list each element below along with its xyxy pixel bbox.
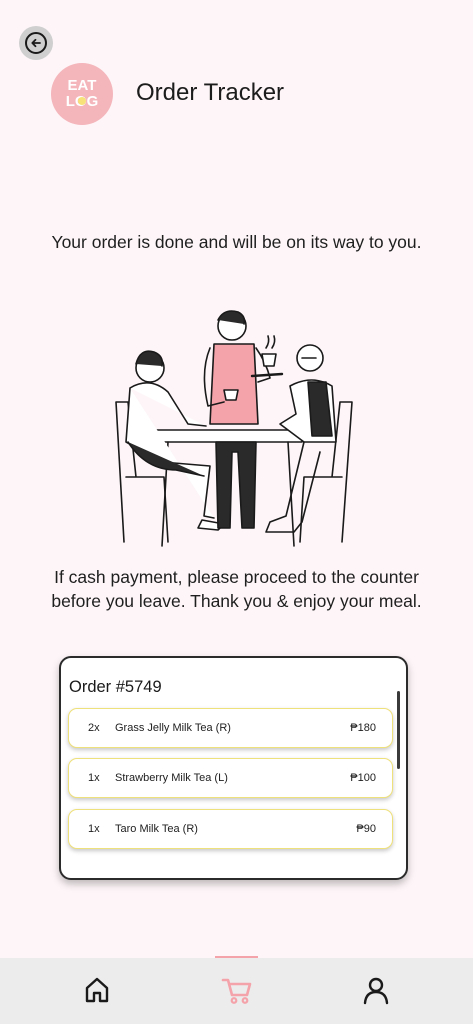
logo-text-top: EAT <box>68 77 97 94</box>
order-item[interactable]: 1x Taro Milk Tea (R) ₱90 <box>68 809 393 849</box>
nav-profile-button[interactable] <box>361 975 391 1005</box>
page-title: Order Tracker <box>136 79 285 106</box>
item-price: ₱100 <box>350 772 376 784</box>
payment-message: If cash payment, please proceed to the c… <box>51 567 422 611</box>
item-quantity: 2x <box>88 722 100 734</box>
item-price: ₱90 <box>356 823 376 835</box>
home-icon <box>85 977 109 1003</box>
order-number: Order #5749 <box>69 678 162 696</box>
nav-home-button[interactable] <box>82 975 112 1005</box>
status-message: Your order is done and will be on its wa… <box>51 232 422 252</box>
profile-icon <box>363 977 389 1005</box>
active-tab-indicator <box>215 956 258 958</box>
item-name: Taro Milk Tea (R) <box>115 823 198 835</box>
order-card: Order #5749 2x Grass Jelly Milk Tea (R) … <box>59 656 408 880</box>
order-item[interactable]: 1x Strawberry Milk Tea (L) ₱100 <box>68 758 393 798</box>
order-item[interactable]: 2x Grass Jelly Milk Tea (R) ₱180 <box>68 708 393 748</box>
item-name: Strawberry Milk Tea (L) <box>115 772 228 784</box>
item-quantity: 1x <box>88 823 100 835</box>
item-name: Grass Jelly Milk Tea (R) <box>115 722 231 734</box>
item-price: ₱180 <box>350 722 376 734</box>
nav-cart-button[interactable] <box>221 975 252 1005</box>
app-logo: EAT LOG <box>51 63 113 125</box>
arrow-left-circle-icon <box>25 32 47 54</box>
order-scrollbar[interactable] <box>397 691 400 769</box>
restaurant-illustration <box>106 302 362 553</box>
cart-icon <box>221 978 252 1004</box>
back-button[interactable] <box>19 26 53 60</box>
item-quantity: 1x <box>88 772 100 784</box>
